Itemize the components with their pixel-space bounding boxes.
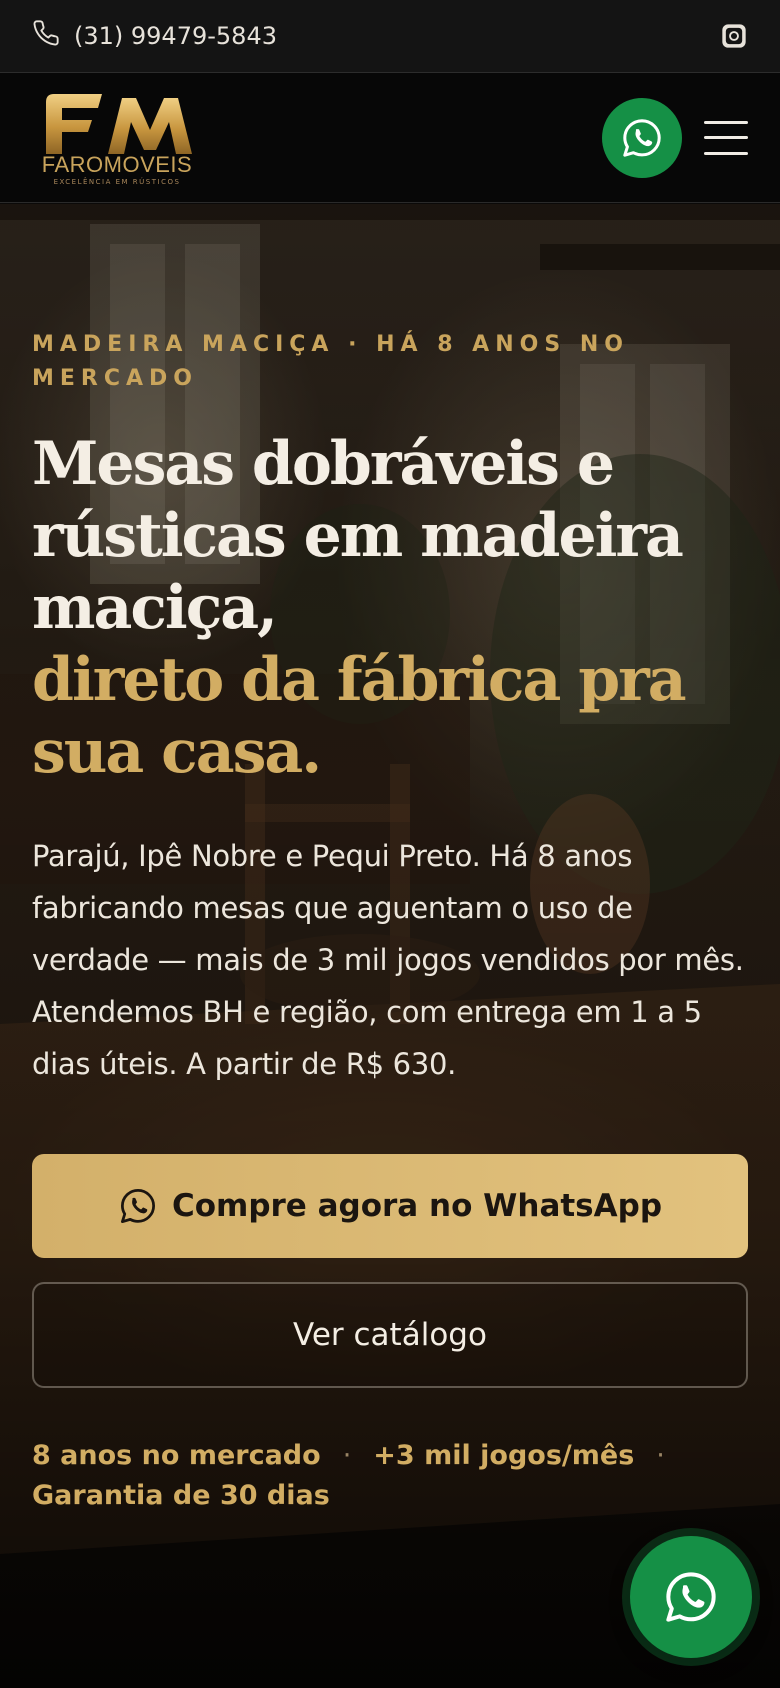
phone-icon bbox=[32, 19, 60, 53]
stat-separator: · bbox=[656, 1440, 665, 1471]
stat-warranty: Garantia de 30 dias bbox=[32, 1480, 330, 1511]
stat-years: 8 anos no mercado bbox=[32, 1440, 321, 1471]
menu-line bbox=[704, 120, 748, 124]
phone-number: (31) 99479-5843 bbox=[74, 22, 277, 50]
faromoveis-logo[interactable]: FAROMOVEIS EXCELÊNCIA EM RÚSTICOS bbox=[32, 88, 202, 188]
whatsapp-icon bbox=[120, 1189, 155, 1223]
stat-volume: +3 mil jogos/mês bbox=[373, 1440, 635, 1471]
buy-whatsapp-label: Compre agora no WhatsApp bbox=[171, 1188, 663, 1224]
hero-section: MADEIRA MACIÇA · HÁ 8 ANOS NO MERCADO Me… bbox=[0, 204, 780, 1688]
headline-main: Mesas dobráveis e rústicas em madeira ma… bbox=[32, 429, 684, 643]
logo-mark bbox=[46, 93, 192, 154]
buy-whatsapp-button[interactable]: Compre agora no WhatsApp bbox=[32, 1154, 748, 1258]
stat-separator: · bbox=[342, 1440, 352, 1471]
menu-line bbox=[704, 136, 748, 139]
view-catalog-label: Ver catálogo bbox=[293, 1317, 487, 1353]
instagram-icon[interactable] bbox=[720, 22, 748, 50]
trust-stats: 8 anos no mercado · +3 mil jogos/mês · Gara… bbox=[32, 1436, 752, 1516]
header-whatsapp-button[interactable] bbox=[602, 97, 682, 178]
whatsapp-icon bbox=[623, 118, 661, 157]
phone-link[interactable]: (31) 99479-5843 bbox=[32, 19, 277, 53]
menu-line bbox=[704, 151, 748, 155]
site-header: FAROMOVEIS EXCELÊNCIA EM RÚSTICOS bbox=[0, 73, 780, 203]
logo-tagline: EXCELÊNCIA EM RÚSTICOS bbox=[53, 177, 181, 186]
whatsapp-icon bbox=[666, 1572, 716, 1622]
hero-description: Parajú, Ipê Nobre e Pequi Preto. Há 8 an… bbox=[32, 839, 744, 1081]
hamburger-menu-icon[interactable] bbox=[704, 120, 748, 155]
top-contact-bar: (31) 99479-5843 bbox=[0, 0, 780, 73]
headline-accent: direto da fábrica pra sua casa. bbox=[32, 645, 687, 787]
logo-brand-text: FAROMOVEIS bbox=[41, 151, 193, 177]
view-catalog-button[interactable]: Ver catálogo bbox=[32, 1282, 748, 1388]
hero-eyebrow: MADEIRA MACIÇA · HÁ 8 ANOS NO MERCADO bbox=[32, 332, 629, 391]
floating-whatsapp-button[interactable] bbox=[630, 1536, 752, 1658]
hero-headline: Mesas dobráveis e rústicas em madeira ma… bbox=[32, 428, 762, 788]
